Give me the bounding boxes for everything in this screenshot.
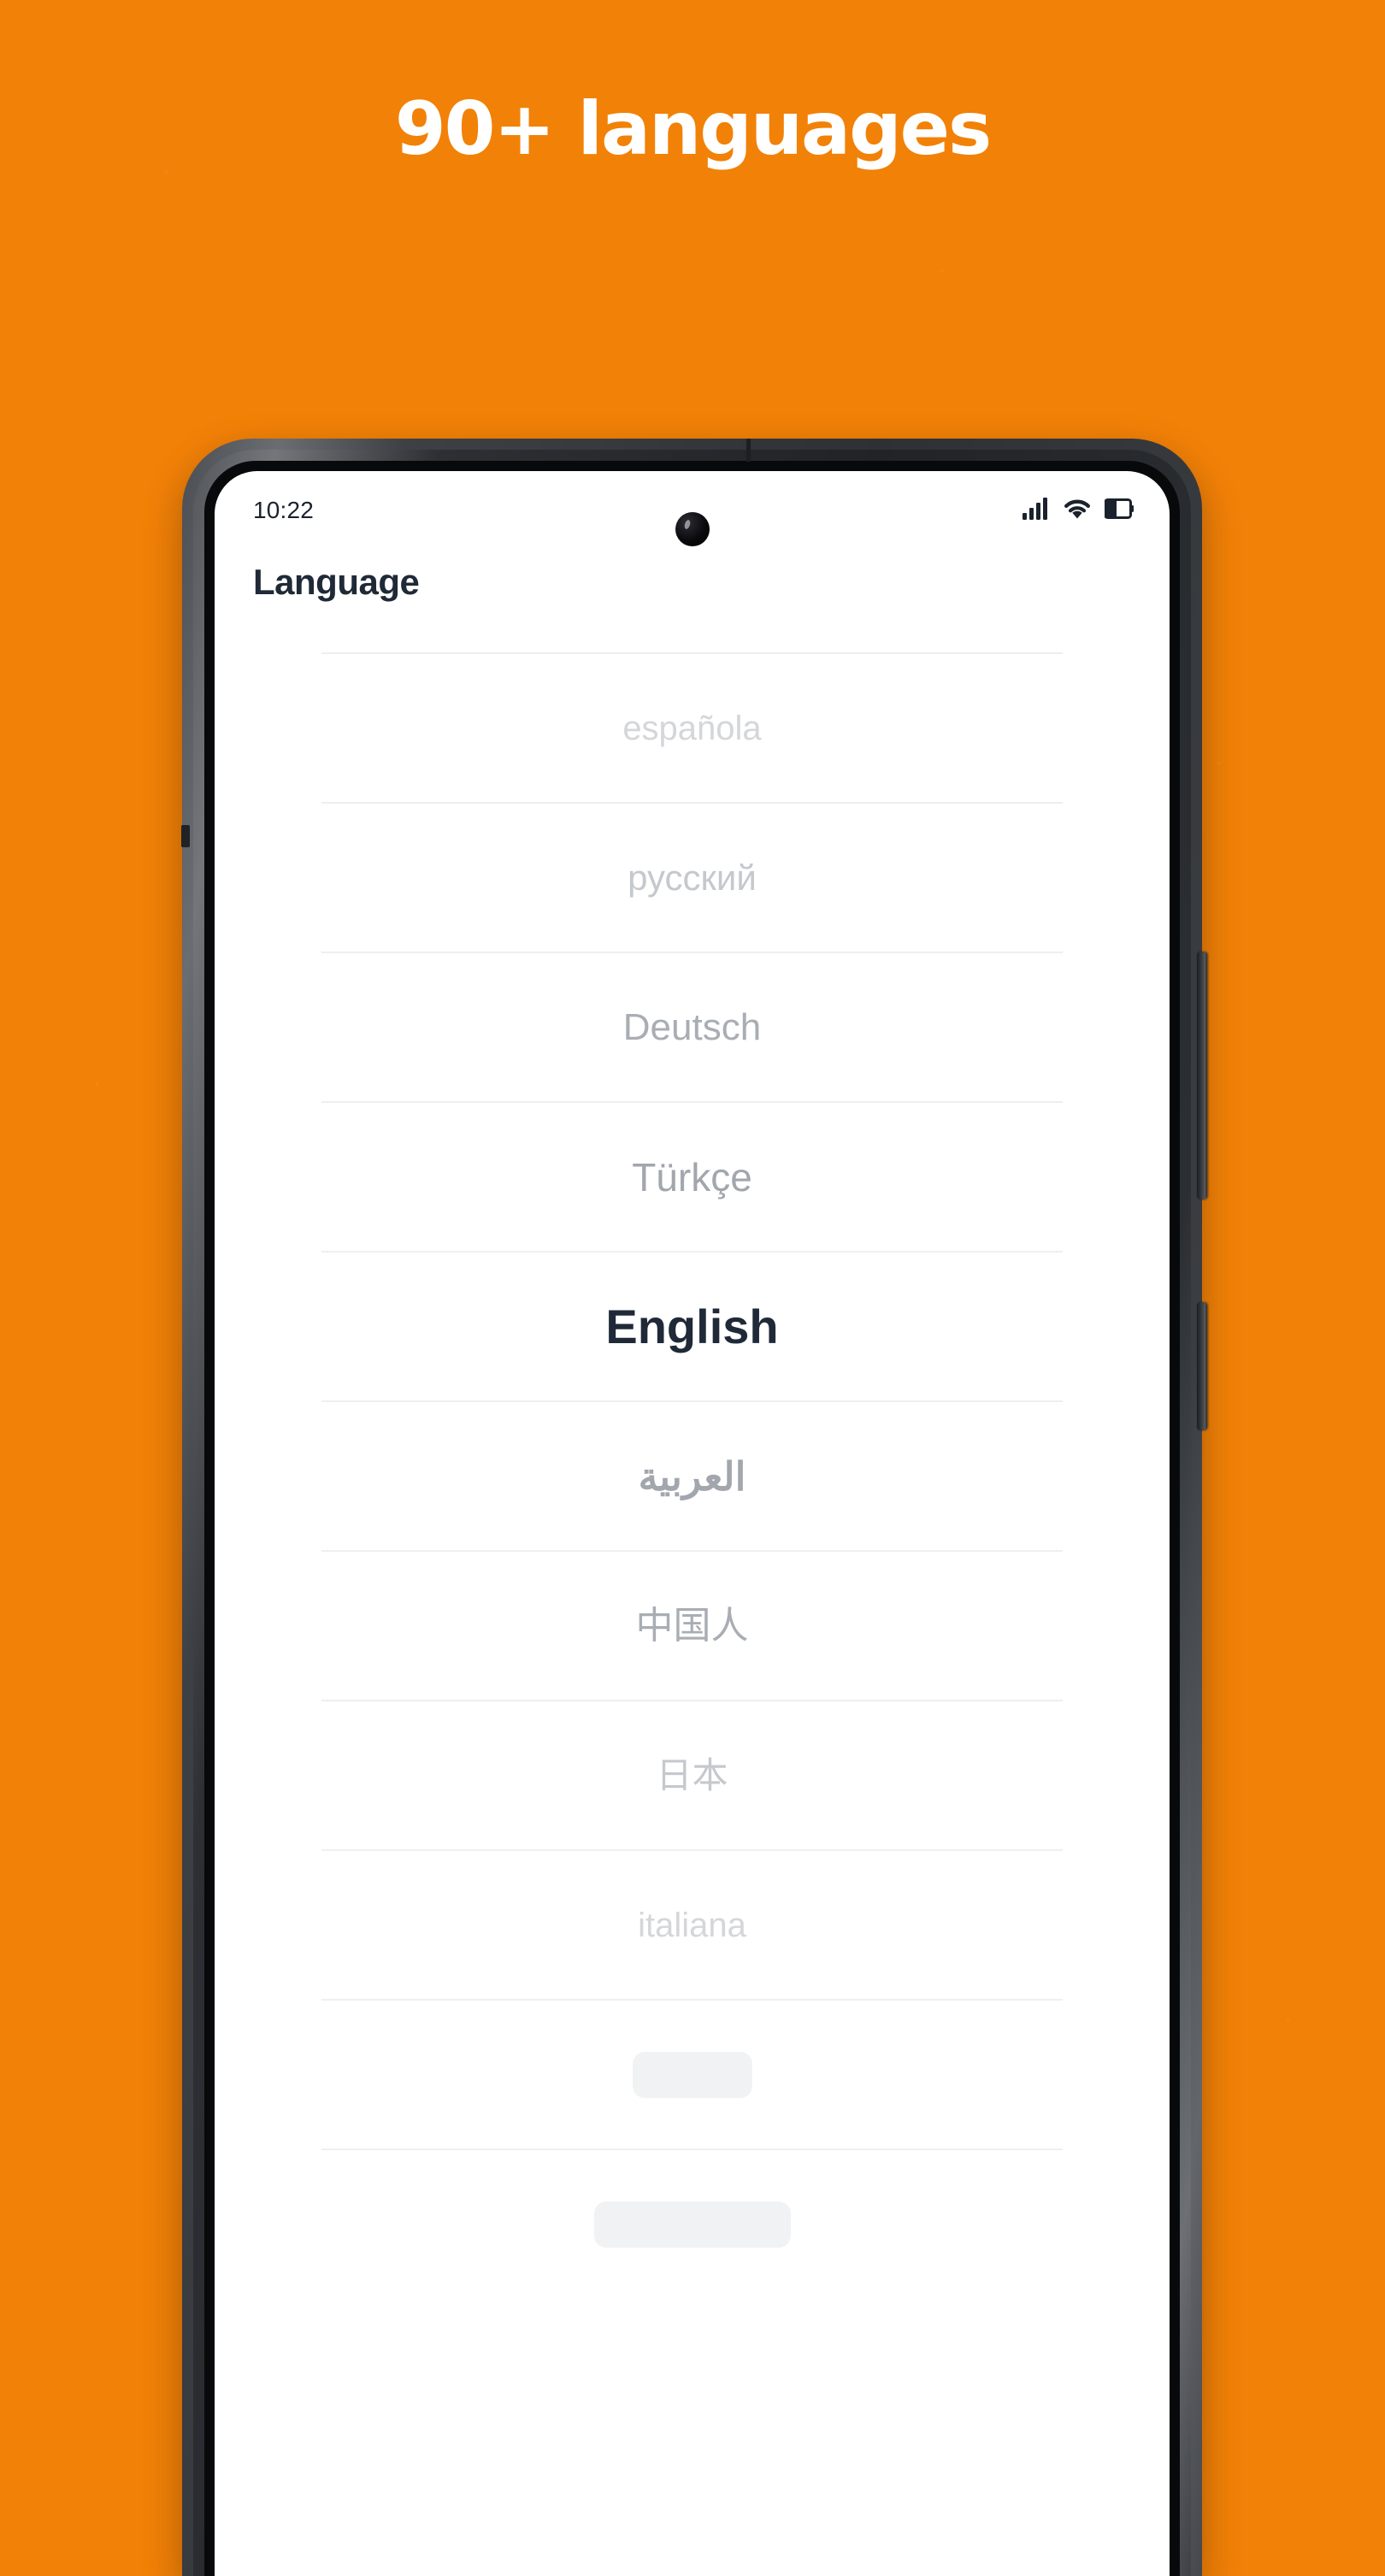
language-row[interactable]: española [321, 652, 1063, 802]
language-row[interactable]: Türkçe [321, 1101, 1063, 1251]
language-row[interactable] [321, 1999, 1063, 2149]
language-skeleton-placeholder [593, 2201, 791, 2248]
cellular-signal-icon [1023, 497, 1050, 524]
page-headline: 90+ languages [394, 86, 992, 172]
language-row[interactable]: 中国人 [321, 1550, 1063, 1700]
status-bar: 10:22 [215, 471, 1170, 550]
language-row[interactable] [321, 2149, 1063, 2298]
antenna-line [746, 439, 751, 462]
language-label: 日本 [656, 1754, 728, 1795]
language-label: italiana [638, 1906, 746, 1944]
language-row[interactable]: русский [321, 802, 1063, 952]
language-row[interactable]: italiana [321, 1849, 1063, 1999]
language-row-selected[interactable]: English [321, 1251, 1063, 1400]
status-icons [1023, 497, 1134, 524]
language-label: Türkçe [632, 1154, 752, 1200]
language-label: Deutsch [622, 1005, 762, 1048]
language-label: English [605, 1299, 779, 1353]
language-row[interactable]: العربية [321, 1400, 1063, 1550]
page-title: Language [253, 562, 420, 602]
language-skeleton-placeholder [632, 2051, 752, 2098]
language-label: española [622, 709, 762, 747]
power-button[interactable] [1197, 1302, 1207, 1430]
front-camera-icon [675, 512, 710, 546]
volume-rocker-button[interactable] [1197, 952, 1207, 1200]
app-header: Language [215, 550, 1170, 603]
language-row[interactable]: Deutsch [321, 952, 1063, 1101]
phone-screen: 10:22 Language española русский Deutsch … [215, 471, 1170, 2576]
language-label: 中国人 [635, 1604, 749, 1647]
language-row[interactable]: 日本 [321, 1700, 1063, 1849]
battery-icon [1104, 498, 1134, 523]
language-list: española русский Deutsch Türkçe English العرب… [215, 652, 1170, 2298]
wifi-icon [1063, 498, 1092, 524]
language-label: русский [628, 857, 757, 898]
phone-mockup: 10:22 Language española русский Deutsch … [181, 439, 1207, 2576]
left-side-slot[interactable] [181, 825, 190, 847]
status-time: 10:22 [253, 497, 315, 523]
language-label: العربية [638, 1453, 746, 1499]
